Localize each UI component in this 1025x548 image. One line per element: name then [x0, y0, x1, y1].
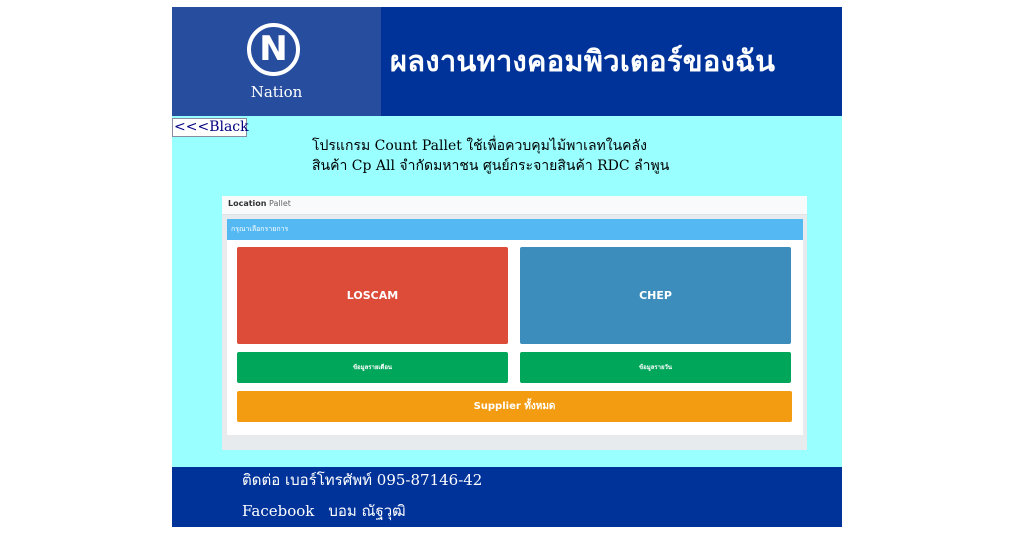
- description-line-2: สินค้า Cp All จำกัดมหาชน ศูนย์กระจายสินค…: [312, 158, 670, 174]
- chep-button[interactable]: CHEP: [520, 247, 791, 344]
- panel-heading-text: กรุณาเลือกรายการ: [231, 225, 289, 233]
- monthly-data-button[interactable]: ข้อมูลรายเดือน: [237, 352, 508, 383]
- nation-logo: N Nation: [172, 7, 381, 116]
- site-footer: ติดต่อ เบอร์โทรศัพท์ 095-87146-42 Facebo…: [172, 467, 842, 527]
- logo-letter: N: [259, 29, 288, 69]
- facebook-label: Facebook: [242, 502, 315, 520]
- facebook-name: บอม ณัฐวุฒิ: [328, 502, 406, 520]
- description: โปรแกรม Count Pallet ใช้เพื่อควบคุมไม้พา…: [312, 136, 669, 176]
- logo-circle-icon: N: [247, 23, 300, 76]
- loscam-button[interactable]: LOSCAM: [237, 247, 508, 344]
- app-screenshot: Location Pallet กรุณาเลือกรายการ LOSCAM …: [222, 196, 807, 450]
- site-title: ผลงานทางคอมพิวเตอร์ของฉัน: [390, 44, 776, 78]
- app-title-bar: Location Pallet: [222, 196, 807, 215]
- contact-phone: ติดต่อ เบอร์โทรศัพท์ 095-87146-42: [242, 471, 483, 489]
- app-panel: กรุณาเลือกรายการ LOSCAM CHEP ข้อมูลรายเด…: [227, 219, 803, 435]
- description-line-1: โปรแกรม Count Pallet ใช้เพื่อควบคุมไม้พา…: [312, 138, 647, 154]
- site-header: N Nation ผลงานทางคอมพิวเตอร์ของฉัน: [172, 7, 842, 116]
- app-title: Location Pallet: [228, 199, 291, 208]
- app-title-bold: Location: [228, 199, 267, 208]
- facebook-contact: Facebook บอม ณัฐวุฒิ: [242, 499, 406, 523]
- logo-text: Nation: [250, 83, 303, 101]
- app-title-light: Pallet: [269, 199, 291, 208]
- daily-data-button[interactable]: ข้อมูลรายวัน: [520, 352, 791, 383]
- panel-heading: กรุณาเลือกรายการ: [227, 219, 803, 240]
- back-link[interactable]: <<<Black: [172, 118, 249, 137]
- page: N Nation ผลงานทางคอมพิวเตอร์ของฉัน <<<Bl…: [172, 7, 842, 527]
- all-supplier-button[interactable]: Supplier ทั้งหมด: [237, 391, 792, 422]
- main-content: <<<Black โปรแกรม Count Pallet ใช้เพื่อคว…: [172, 116, 842, 467]
